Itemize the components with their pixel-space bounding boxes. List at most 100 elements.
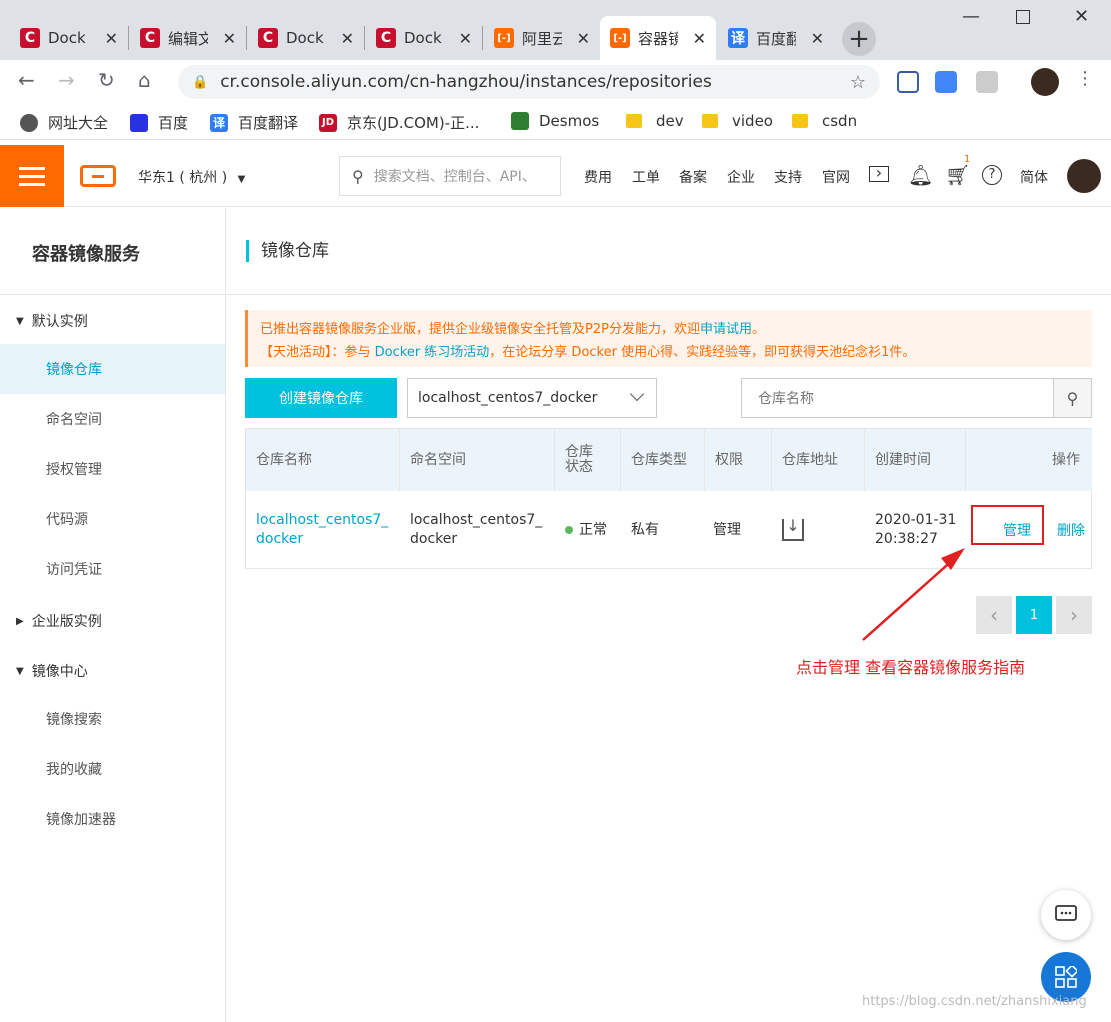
table-header: 操作 <box>966 429 1092 491</box>
bookmark-star-icon[interactable]: ☆ <box>850 72 866 93</box>
sidebar-item-label: 代码源 <box>46 512 88 528</box>
bookmark-item[interactable]: JD 京东(JD.COM)-正... <box>319 112 479 133</box>
bookmark-folder[interactable]: dev <box>626 112 684 130</box>
nav-link-support[interactable]: 支持 <box>774 167 802 187</box>
browser-tab[interactable]: C 编辑文 ✕ <box>130 16 246 60</box>
close-tab-icon[interactable]: ✕ <box>99 29 118 48</box>
browser-tab[interactable]: 译 百度翻 ✕ <box>718 16 834 60</box>
repository-name-line: docker <box>256 531 304 547</box>
user-avatar[interactable] <box>1067 159 1101 193</box>
sidebar-item-label: 授权管理 <box>46 462 102 478</box>
sidebar: 容器镜像服务 ▼ 默认实例 镜像仓库 命名空间 授权管理 代码源 访问凭证 ▶ 企业… <box>0 208 226 1022</box>
status-cell: 正常 <box>555 491 621 569</box>
hamburger-menu-icon[interactable] <box>0 145 64 207</box>
bookmark-label: 百度翻译 <box>238 114 299 132</box>
sidebar-item-namespaces[interactable]: 命名空间 <box>0 394 225 444</box>
sidebar-group-image-center[interactable]: ▼ 镜像中心 <box>16 661 88 681</box>
bell-icon[interactable]: 🔔︎ <box>908 163 933 187</box>
close-tab-icon[interactable]: ✕ <box>687 29 706 48</box>
reload-icon[interactable]: ↻ <box>98 68 115 92</box>
nav-link-tickets[interactable]: 工单 <box>632 167 660 187</box>
sidebar-item-label: 访问凭证 <box>46 562 102 578</box>
docker-activity-link[interactable]: Docker 练习场活动 <box>375 345 490 360</box>
maximize-icon[interactable] <box>1016 10 1030 24</box>
address-bar[interactable]: 🔒 cr.console.aliyun.com/cn-hangzhou/inst… <box>178 65 880 99</box>
close-tab-icon[interactable]: ✕ <box>453 29 472 48</box>
nav-link-website[interactable]: 官网 <box>822 167 850 187</box>
sidebar-item-label: 镜像搜索 <box>46 712 102 728</box>
prev-page-button[interactable]: ‹ <box>976 596 1012 634</box>
nav-link-fees[interactable]: 费用 <box>584 167 612 187</box>
help-icon[interactable]: ? <box>982 165 1002 185</box>
back-icon[interactable]: ← <box>18 68 35 92</box>
close-window-icon[interactable]: ✕ <box>1074 6 1089 27</box>
profile-avatar[interactable] <box>1031 68 1059 96</box>
close-tab-icon[interactable]: ✕ <box>571 29 590 48</box>
notice-banner: 已推出容器镜像服务企业版，提供企业级镜像安全托管及P2P分发能力，欢迎申请试用。… <box>245 310 1092 367</box>
browser-tab[interactable]: [-] 阿里云 ✕ <box>484 16 600 60</box>
sidebar-group-default-instance[interactable]: ▼ 默认实例 <box>16 311 88 331</box>
page-title: 镜像仓库 <box>246 240 329 262</box>
sidebar-item-code-source[interactable]: 代码源 <box>0 494 225 544</box>
sidebar-item-accelerator[interactable]: 镜像加速器 <box>0 794 225 844</box>
manage-link[interactable]: 管理 <box>1003 520 1031 540</box>
chat-bubble-icon <box>1055 905 1077 921</box>
page-number-button[interactable]: 1 <box>1016 596 1052 634</box>
lock-icon: 🔒 <box>192 74 209 90</box>
minimize-icon[interactable]: — <box>962 6 980 27</box>
watermark-text: https://blog.csdn.net/zhanshixiang <box>862 994 1087 1009</box>
bookmark-folder[interactable]: video <box>702 112 773 130</box>
menu-dots-icon[interactable]: ⋮ <box>1076 68 1094 89</box>
global-search-input[interactable]: ⚲ 搜索文档、控制台、API、 <box>339 156 561 196</box>
sidebar-item-authorization[interactable]: 授权管理 <box>0 444 225 494</box>
repository-name-link[interactable]: localhost_centos7_ docker <box>246 491 400 569</box>
cart-icon[interactable]: 🛒︎ <box>945 163 970 187</box>
terminal-icon[interactable]: › <box>869 165 889 182</box>
create-repository-button[interactable]: 创建镜像仓库 <box>245 378 397 418</box>
search-placeholder: 仓库名称 <box>758 391 814 407</box>
forward-icon[interactable]: → <box>58 68 75 92</box>
caret-right-icon: ▶ <box>16 615 24 627</box>
new-tab-button[interactable]: + <box>842 22 876 56</box>
region-selector[interactable]: 华东1 ( 杭州 ) ▼ <box>138 167 245 187</box>
extension-icon[interactable] <box>976 71 998 93</box>
close-tab-icon[interactable]: ✕ <box>217 29 236 48</box>
chat-icon[interactable] <box>1041 890 1091 940</box>
language-switch[interactable]: 简体 <box>1020 167 1048 187</box>
repository-search-input[interactable]: 仓库名称 <box>741 378 1054 418</box>
browser-tab[interactable]: C Dock ✕ <box>248 16 364 60</box>
globe-icon <box>20 113 38 132</box>
aliyun-logo-icon[interactable] <box>80 165 116 187</box>
bookmark-item[interactable]: Desmos <box>511 112 599 130</box>
sidebar-item-label: 命名空间 <box>46 412 102 428</box>
bookmark-item[interactable]: 译百度翻译 <box>210 112 298 133</box>
download-icon[interactable]: ↓ <box>782 518 804 541</box>
notice-text: ，在论坛分享 Docker 使用心得、实践经验等，即可获得天池纪念衫1件。 <box>489 345 916 360</box>
translate-extension-icon[interactable] <box>935 71 957 93</box>
sidebar-item-repositories[interactable]: 镜像仓库 <box>0 344 225 394</box>
bookmark-item[interactable]: 百度 <box>130 112 188 133</box>
bookmark-item[interactable]: 网址大全 <box>20 112 108 133</box>
close-tab-icon[interactable]: ✕ <box>805 29 824 48</box>
close-tab-icon[interactable]: ✕ <box>335 29 354 48</box>
browser-tab[interactable]: C Dock ✕ <box>366 16 482 60</box>
sidebar-item-favorites[interactable]: 我的收藏 <box>0 744 225 794</box>
nav-link-enterprise[interactable]: 企业 <box>727 167 755 187</box>
home-icon[interactable]: ⌂ <box>138 68 151 92</box>
search-button[interactable]: ⚲ <box>1053 378 1092 418</box>
apply-trial-link[interactable]: 申请试用 <box>700 322 752 337</box>
nav-link-icp[interactable]: 备案 <box>679 167 707 187</box>
favicon-icon: C <box>140 28 160 48</box>
browser-tab-active[interactable]: [-] 容器镜 ✕ <box>600 16 716 60</box>
browser-tab[interactable]: C Dock ✕ <box>10 16 128 60</box>
sidebar-item-image-search[interactable]: 镜像搜索 <box>0 694 225 744</box>
bookmark-folder[interactable]: csdn <box>792 112 857 130</box>
sidebar-group-enterprise-instance[interactable]: ▶ 企业版实例 <box>16 611 102 631</box>
baidu-icon <box>130 113 148 132</box>
delete-link[interactable]: 删除 <box>1057 520 1085 540</box>
extension-icon[interactable] <box>897 71 919 93</box>
sidebar-item-label: 镜像仓库 <box>46 362 102 378</box>
next-page-button[interactable]: › <box>1056 596 1092 634</box>
namespace-select[interactable]: localhost_centos7_docker <box>407 378 657 418</box>
sidebar-item-credentials[interactable]: 访问凭证 <box>0 544 225 594</box>
